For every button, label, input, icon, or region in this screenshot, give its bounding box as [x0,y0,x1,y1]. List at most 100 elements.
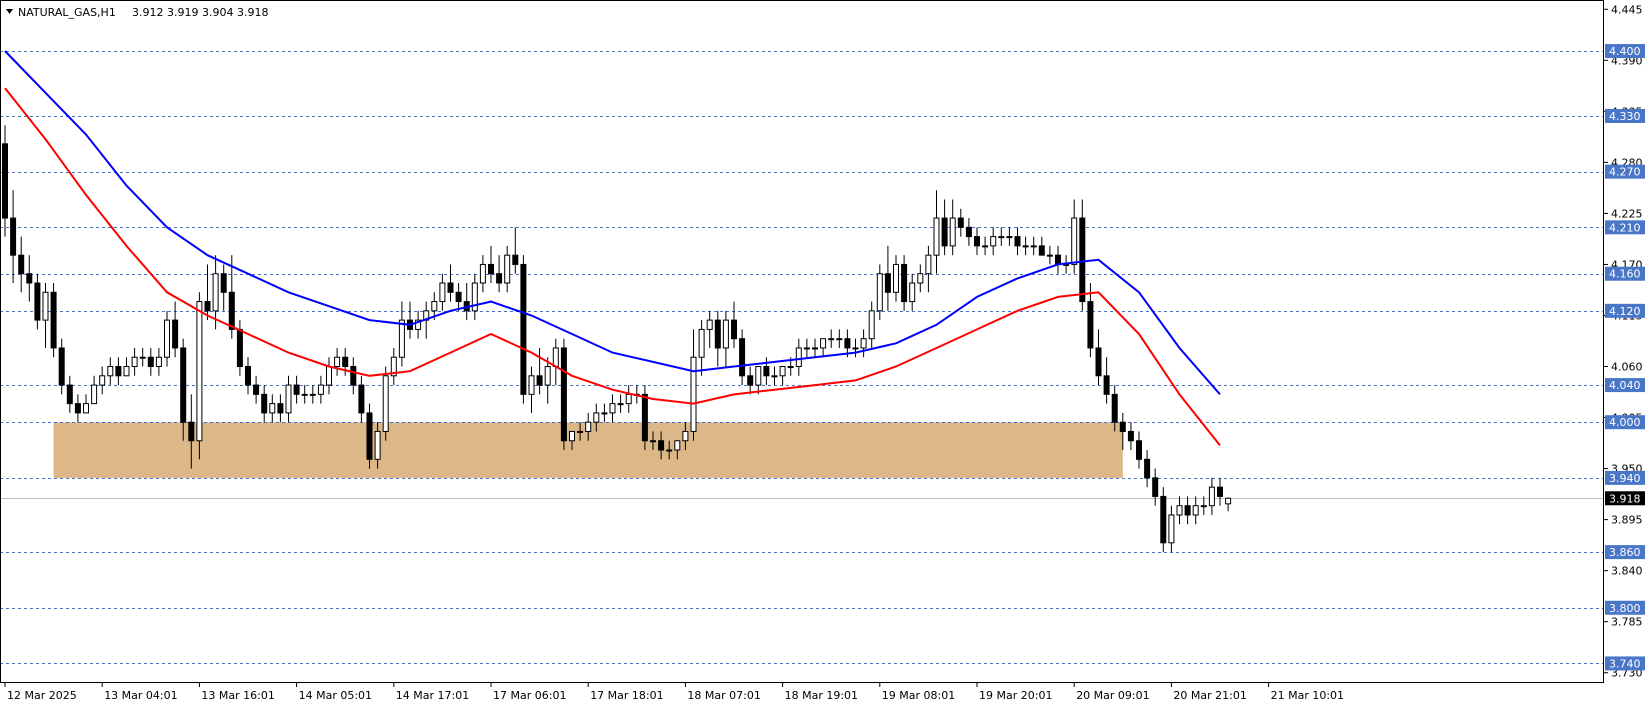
candle-body-bull [771,375,778,378]
candle-body-bear [342,356,349,368]
candle-body-bull [917,273,924,284]
candle-body-bear [901,263,908,303]
chart-background [0,0,1651,708]
candle-body-bear [1184,505,1191,516]
candle-body-bull [828,338,835,341]
candle-body-bull [1030,245,1037,248]
chart-header: NATURAL_GAS,H1 3.912 3.919 3.904 3.918 [6,6,268,19]
candle-body-bull [123,366,130,377]
candle-body-bear [115,366,122,377]
candle-body-bull [155,356,162,368]
candle-body-bear [204,301,211,312]
candle-body-bear [366,412,373,460]
candle-body-bull [1046,254,1053,257]
candle-body-bull [706,319,713,330]
x-tick-label: 19 Mar 20:01 [979,689,1052,702]
candle-body-bull [698,328,705,358]
candle [520,255,527,404]
candle-body-bear [66,384,73,405]
candle-body-bull [1200,505,1207,508]
candle-body-bear [965,226,972,238]
candle-body-bull [812,347,818,350]
level-price-label: 3.860 [1609,546,1641,559]
candle-body-bear [58,347,65,386]
candle-body-bear [512,254,519,265]
candle-body-bull [666,449,673,452]
candle [382,366,389,441]
candle-body-bull [990,236,997,247]
candle-body-bull [949,217,956,247]
candle-body-bull [569,430,575,442]
chart-window[interactable]: 4.4454.3904.3354.2804.2254.1704.1154.060… [0,0,1651,708]
candle-body-bear [844,338,851,349]
candle-body-bull [374,430,381,460]
x-tick-label: 20 Mar 09:01 [1076,689,1149,702]
candle-body-bull [609,403,616,414]
candle-body-bear [1079,217,1086,303]
candle-body-bull [504,254,511,284]
y-tick-label: 4.060 [1611,361,1643,374]
candle-body-bull [439,282,446,303]
candle-body-bear [974,236,980,247]
candle-body-bear [293,384,300,395]
level-price-label: 4.210 [1609,221,1641,234]
candle-body-bull [682,430,689,442]
candle-body-bear [228,291,235,330]
y-tick-label: 3.840 [1611,565,1643,578]
candle-body-bull [269,403,276,414]
candle-body-bear [496,273,503,284]
level-price-label: 4.160 [1609,268,1641,281]
candle-body-bear [358,384,365,414]
candle-body-bear [1136,440,1142,460]
x-tick-label: 14 Mar 17:01 [396,689,469,702]
candle-body-bear [941,217,948,247]
candle [1160,487,1167,553]
candle-body-bull [674,440,681,451]
candle-body-bull [544,366,551,386]
candle-body-bull [998,236,1005,239]
candle-body-bull [925,254,932,275]
candle-body-bull [1168,514,1175,544]
candle-body-bull [552,347,559,368]
candle-body-bull [982,245,989,248]
x-tick-label: 14 Mar 05:01 [299,689,372,702]
candle-body-bear [658,440,665,451]
candle-body-bull [650,440,656,443]
candle-body-bear [447,282,454,293]
candle-body-bear [10,217,17,256]
ohlc-values: 3.912 3.919 3.904 3.918 [132,6,268,19]
candle-body-bear [261,393,268,414]
candle-body-bull [1071,217,1078,265]
candle-body-bull [431,301,438,312]
x-tick-label: 17 Mar 06:01 [493,689,566,702]
candle-body-bear [1127,430,1134,442]
candle-body-bull [1022,245,1029,248]
candle-body-bull [593,412,600,423]
candle-body-bear [1119,421,1126,432]
candle-body-bull [933,217,940,256]
candle-body-bull [601,412,608,415]
level-price-label: 4.270 [1609,166,1641,179]
candle-body-bull [585,421,592,432]
candle-body-bear [1217,486,1223,497]
candle-body-bull [787,366,794,369]
level-price-label: 4.000 [1609,416,1641,429]
candle-body-bear [236,328,243,368]
candle [366,403,373,469]
level-price-label: 3.740 [1609,657,1641,670]
candle-body-bull [528,375,535,395]
candle [196,292,203,460]
candle-body-bear [188,421,195,442]
candle-body-bear [957,217,964,228]
level-price-label: 3.940 [1609,472,1641,485]
candle-body-bull [42,291,49,321]
candle-body-bear [520,263,527,395]
candle-body-bull [617,403,624,406]
candle-body-bull [577,430,584,433]
y-tick-label: 3.895 [1611,514,1643,527]
candle-body-bear [1103,375,1110,395]
candle-body-bear [714,319,721,349]
candle-body-bull [1192,505,1199,516]
price-chart[interactable]: 4.4454.3904.3354.2804.2254.1704.1154.060… [0,0,1651,708]
candle-body-bull [755,366,762,386]
